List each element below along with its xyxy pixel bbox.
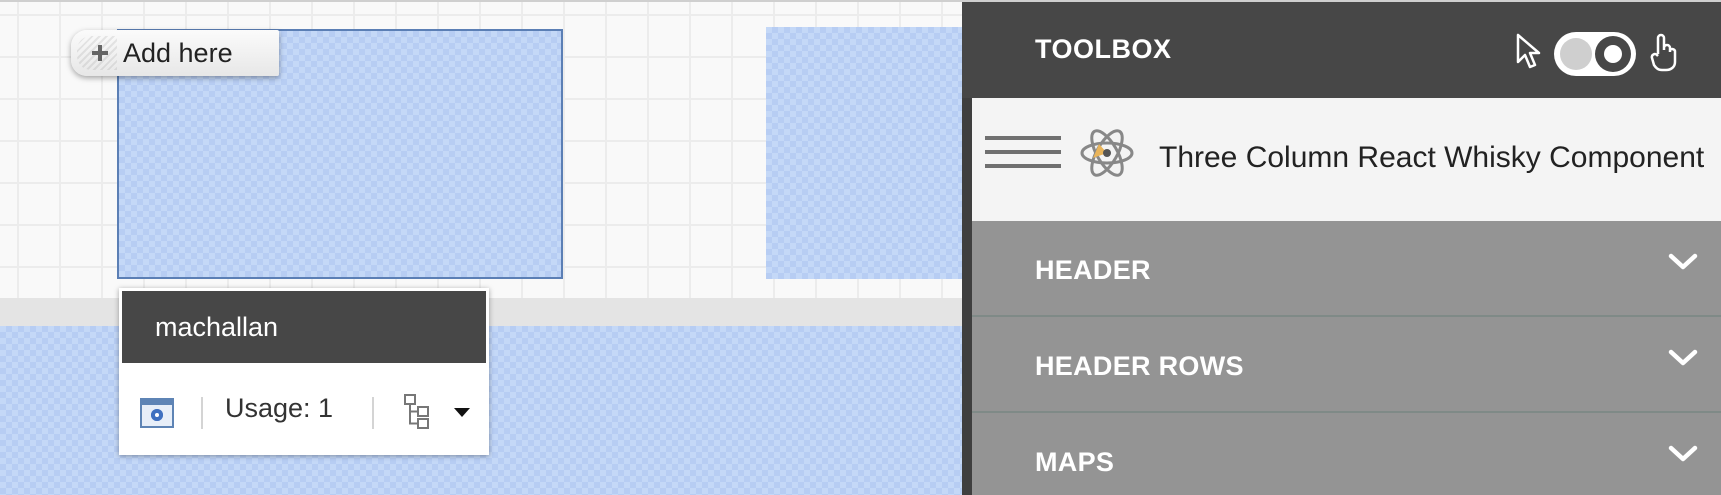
settings-window-icon[interactable] — [140, 398, 174, 428]
component-name: Three Column React Whisky Component — [1159, 141, 1705, 174]
mode-toggle[interactable] — [1554, 32, 1636, 76]
section-header[interactable]: HEADER — [972, 221, 1721, 317]
cursor-icon[interactable] — [1515, 32, 1541, 72]
section-header-rows[interactable]: HEADER ROWS — [972, 317, 1721, 413]
section-maps[interactable]: MAPS — [972, 413, 1721, 495]
hand-pointer-icon[interactable] — [1649, 32, 1679, 74]
toggle-knob — [1595, 36, 1631, 72]
component-popup: machallan Usage: 1 — [119, 288, 489, 455]
component-tree-icon[interactable] — [404, 394, 430, 430]
toolbar-separator — [372, 397, 374, 429]
toolbar-separator — [201, 397, 203, 429]
chevron-down-icon — [1668, 445, 1698, 462]
add-here-label: Add here — [123, 37, 233, 68]
section-label: MAPS — [1035, 447, 1115, 477]
chevron-down-icon — [1668, 253, 1698, 270]
gear-icon — [151, 409, 163, 421]
react-atom-icon — [1080, 129, 1134, 177]
hamburger-menu-icon[interactable] — [985, 132, 1061, 172]
toolbox-header: TOOLBOX — [962, 2, 1721, 98]
toolbox-panel: TOOLBOX Three Column React Whisky Compon… — [962, 2, 1721, 495]
drop-zone-column-2[interactable] — [766, 27, 962, 279]
component-title: machallan — [122, 291, 486, 363]
page-canvas: Add here machallan Usage: 1 — [0, 2, 962, 495]
chevron-down-icon — [1668, 349, 1698, 366]
toolbox-title: TOOLBOX — [1035, 34, 1172, 64]
usage-count: Usage: 1 — [225, 393, 334, 423]
section-label: HEADER — [1035, 255, 1151, 285]
plus-icon — [91, 44, 109, 62]
caret-down-icon[interactable] — [454, 408, 470, 417]
add-here-button[interactable]: Add here — [71, 30, 279, 76]
component-toolbar: Usage: 1 — [119, 363, 489, 455]
section-label: HEADER ROWS — [1035, 351, 1244, 381]
component-selector[interactable]: Three Column React Whisky Component — [972, 98, 1721, 221]
